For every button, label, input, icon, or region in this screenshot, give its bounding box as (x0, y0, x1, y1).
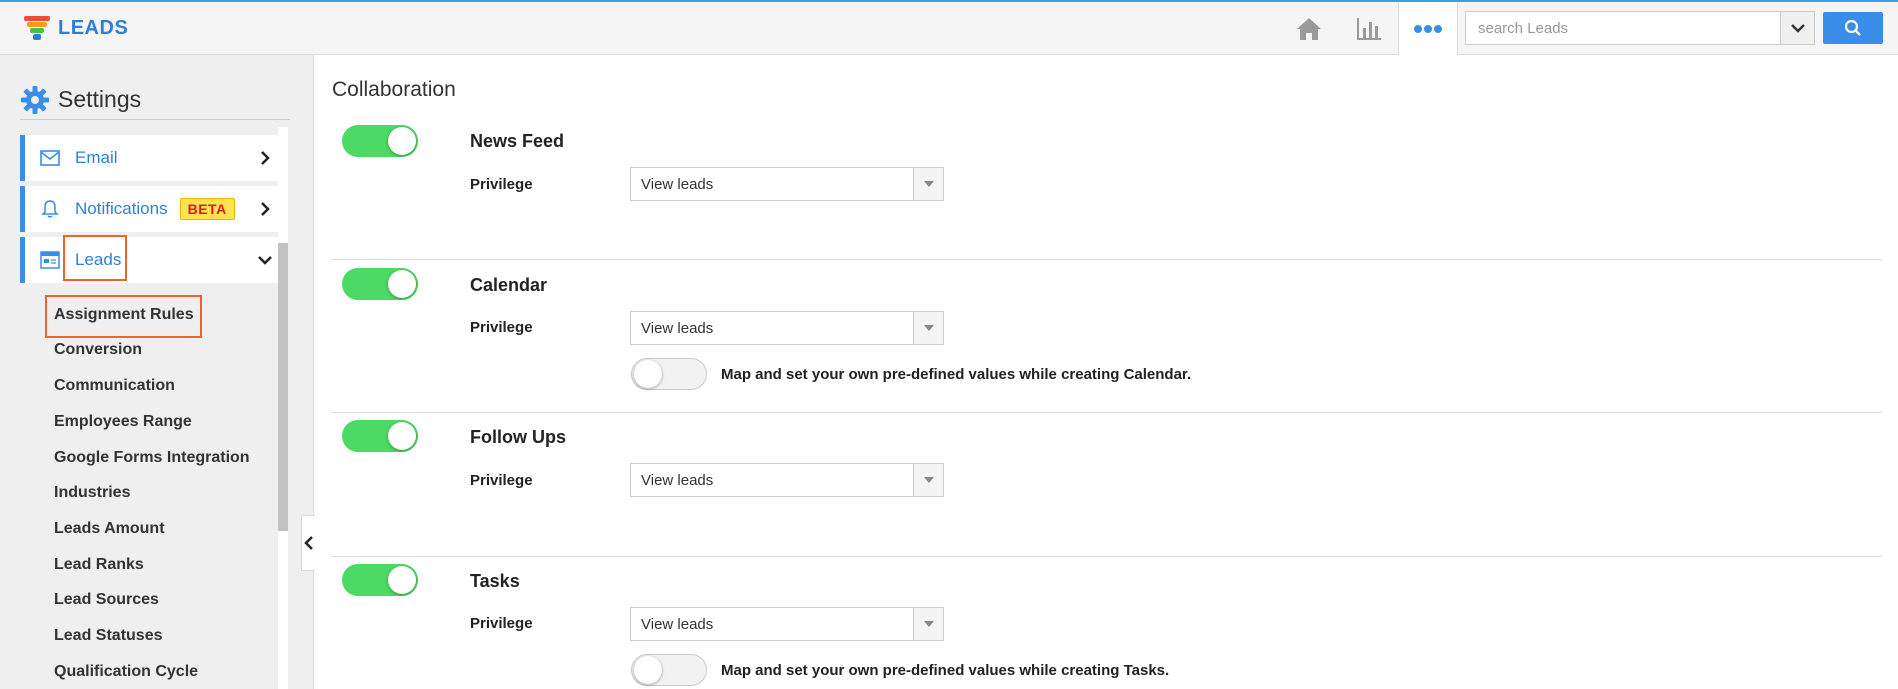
follow-ups-privilege-select[interactable]: View leads (630, 463, 944, 497)
search-button[interactable] (1823, 12, 1883, 44)
submenu-industries[interactable]: Industries (54, 484, 130, 502)
more-dots-icon (1414, 24, 1442, 33)
leads-card-icon (39, 249, 61, 271)
submenu-lead-statuses[interactable]: Lead Statuses (54, 627, 162, 645)
sidebar-item-label: Email (75, 148, 118, 167)
sidebar-collapse-button[interactable] (301, 515, 315, 571)
page-title: Collaboration (332, 78, 456, 101)
settings-header: Settings (20, 80, 290, 120)
privilege-label: Privilege (470, 615, 533, 632)
select-value: View leads (641, 616, 714, 633)
home-icon (1297, 18, 1321, 40)
tasks-privilege-select[interactable]: View leads (630, 607, 944, 641)
submenu-leads-amount[interactable]: Leads Amount (54, 520, 165, 538)
calendar-map-text: Map and set your own pre-defined values … (721, 366, 1192, 383)
chevron-left-icon (303, 536, 313, 550)
toggle-knob (634, 360, 662, 388)
app-brand[interactable]: LEADS (22, 12, 128, 44)
toggle-knob (388, 566, 416, 594)
toggle-knob (388, 422, 416, 450)
section-title-follow-ups: Follow Ups (470, 427, 566, 447)
section-divider (332, 259, 1882, 260)
dropdown-arrow-icon (913, 168, 943, 200)
gear-icon (21, 85, 49, 114)
chevron-right-icon (261, 151, 270, 165)
search-filter-dropdown[interactable] (1780, 12, 1814, 44)
calendar-privilege-select[interactable]: View leads (630, 311, 944, 345)
submenu-assignment-rules[interactable]: Assignment Rules (54, 306, 194, 324)
section-title-news-feed: News Feed (470, 131, 565, 151)
section-divider (332, 412, 1882, 413)
sidebar-item-leads[interactable]: Leads (20, 237, 278, 283)
submenu-conversion[interactable]: Conversion (54, 341, 142, 359)
more-button[interactable] (1398, 2, 1458, 55)
toggle-knob (388, 270, 416, 298)
news-feed-privilege-select[interactable]: View leads (630, 167, 944, 201)
privilege-label: Privilege (470, 176, 533, 193)
toggle-knob (634, 656, 662, 684)
follow-ups-toggle[interactable] (342, 420, 418, 452)
sidebar-item-label: Notifications (75, 199, 168, 218)
settings-sidebar: Settings Email Notifications BETA Leads … (0, 55, 315, 689)
section-divider (332, 556, 1882, 557)
home-button[interactable] (1292, 12, 1326, 46)
dropdown-arrow-icon (913, 312, 943, 344)
chevron-down-icon (258, 256, 272, 265)
bar-chart-icon (1357, 18, 1381, 40)
top-bar: LEADS (0, 0, 1898, 55)
section-title-calendar: Calendar (470, 275, 548, 295)
app-name: LEADS (58, 16, 129, 39)
calendar-toggle[interactable] (342, 268, 418, 300)
toggle-knob (388, 127, 416, 155)
news-feed-toggle[interactable] (342, 125, 418, 157)
sidebar-item-notifications[interactable]: Notifications BETA (20, 186, 278, 232)
submenu-lead-ranks[interactable]: Lead Ranks (54, 556, 144, 574)
submenu-qualification-cycle[interactable]: Qualification Cycle (54, 663, 198, 681)
chevron-right-icon (261, 202, 270, 216)
sidebar-item-email[interactable]: Email (20, 135, 278, 181)
search-input[interactable] (1466, 12, 1781, 44)
settings-title: Settings (58, 86, 142, 112)
submenu-google-forms-integration[interactable]: Google Forms Integration (54, 449, 250, 467)
select-value: View leads (641, 472, 714, 489)
tasks-map-toggle[interactable] (631, 654, 707, 686)
tasks-toggle[interactable] (342, 564, 418, 596)
submenu-communication[interactable]: Communication (54, 377, 175, 395)
bell-icon (39, 198, 61, 220)
calendar-map-toggle[interactable] (631, 358, 707, 390)
select-value: View leads (641, 320, 714, 337)
chevron-down-icon (1790, 24, 1805, 33)
dropdown-arrow-icon (913, 608, 943, 640)
submenu-employees-range[interactable]: Employees Range (54, 413, 192, 431)
select-value: View leads (641, 176, 714, 193)
search-box (1465, 11, 1815, 45)
sidebar-scroll-thumb[interactable] (278, 243, 288, 531)
search-icon (1844, 19, 1861, 36)
leads-highlight-box (63, 235, 127, 281)
funnel-logo-icon (24, 16, 50, 40)
submenu-lead-sources[interactable]: Lead Sources (54, 591, 159, 609)
section-title-tasks: Tasks (470, 571, 520, 591)
dropdown-arrow-icon (913, 464, 943, 496)
privilege-label: Privilege (470, 472, 533, 489)
tasks-map-text: Map and set your own pre-defined values … (721, 662, 1170, 679)
envelope-icon (39, 147, 61, 169)
privilege-label: Privilege (470, 319, 533, 336)
reports-button[interactable] (1352, 12, 1386, 46)
beta-badge: BETA (179, 198, 235, 220)
